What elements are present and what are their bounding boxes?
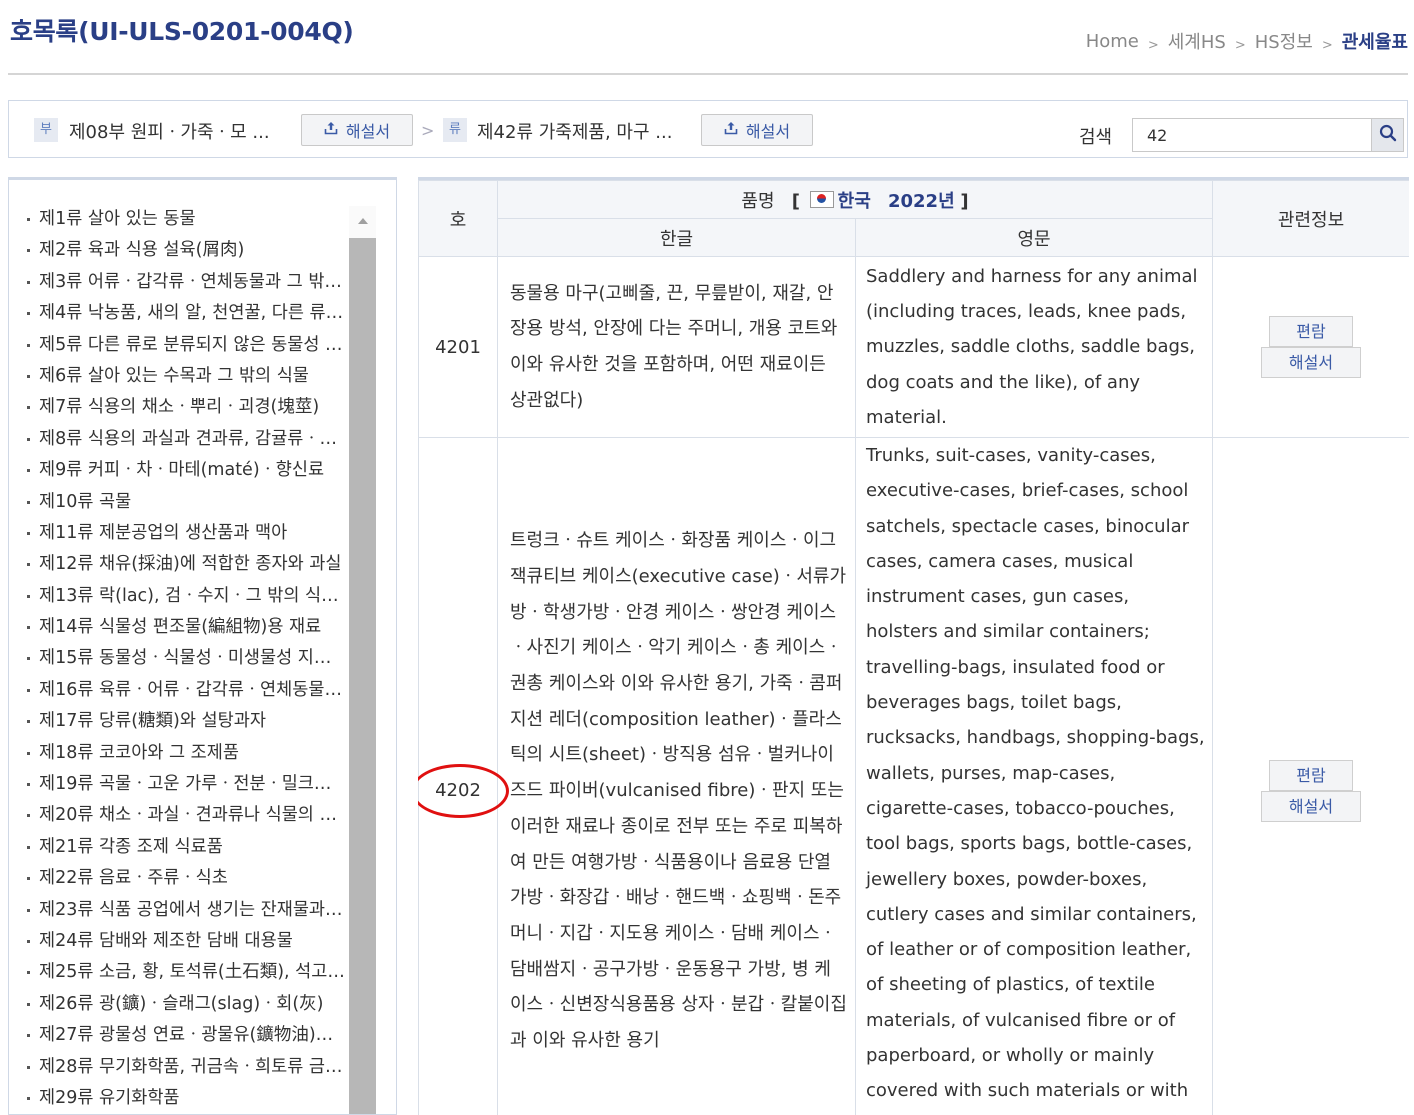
table-row: 4202 트렁크ㆍ슈트 케이스ㆍ화장품 케이스ㆍ이그잭큐티브 케이스(execu… [418, 437, 1409, 1115]
sidebar-chapter-item[interactable]: 제19류 곡물ㆍ고운 가루ㆍ전분ㆍ밀크의 조제품 [25, 769, 347, 800]
sidebar-chapter-item[interactable]: 제22류 음료ㆍ주류ㆍ식초 [25, 863, 347, 894]
upload-icon [324, 121, 338, 139]
sidebar-chapter-item[interactable]: 제17류 당류(糖類)와 설탕과자 [25, 706, 347, 737]
table-row: 4201 동물용 마구(고삐줄, 끈, 무릎받이, 재갈, 안장용 방석, 안장… [418, 256, 1409, 438]
sidebar-chapter-item[interactable]: 제29류 유기화학품 [25, 1083, 347, 1114]
breadcrumb-world-hs[interactable]: 세계HS [1168, 28, 1226, 54]
hs-code-table: 호 품명 [ 한국 2022년 ] 관련정보 한글 영문 4201 동물용 마구… [418, 180, 1409, 1115]
country-name: 한국 [837, 190, 871, 212]
hs-code-cell: 4202 [418, 437, 509, 1115]
sidebar-chapter-item[interactable]: 제27류 광물성 연료ㆍ광물유(鑛物油)와 이들의 증류물 [25, 1020, 347, 1051]
sidebar-chapter-item[interactable]: 제21류 각종 조제 식료품 [25, 832, 347, 863]
scrollbar-thumb[interactable] [349, 238, 376, 1114]
upload-icon [724, 121, 738, 139]
manual-button[interactable]: 편람 [1269, 316, 1354, 347]
chapter-list: 제1류 살아 있는 동물 제2류 육과 식용 설육(屑肉) 제3류 어류ㆍ갑각류ㆍ연… [25, 204, 347, 1114]
english-description: Saddlery and harness for any animal (inc… [854, 256, 1214, 438]
sidebar-chapter-item[interactable]: 제18류 코코아와 그 조제품 [25, 738, 347, 769]
korea-flag-icon [809, 190, 834, 208]
english-description: Trunks, suit-cases, vanity-cases, execut… [854, 437, 1214, 1115]
bracket-close: ] [960, 190, 969, 212]
korean-description: 트렁크ㆍ슈트 케이스ㆍ화장품 케이스ㆍ이그잭큐티브 케이스(executive … [497, 437, 856, 1115]
sidebar-chapter-item[interactable]: 제20류 채소ㆍ과실ㆍ견과류나 식물의 조제품 [25, 800, 347, 831]
sidebar-chapter-item[interactable]: 제16류 육류ㆍ어류ㆍ갑각류ㆍ연체동물의 조제품 [25, 675, 347, 706]
sidebar-chapter-item[interactable]: 제6류 살아 있는 수목과 그 밖의 식물 [25, 361, 347, 392]
search-button[interactable] [1371, 119, 1403, 151]
title-divider [8, 73, 1408, 75]
chapter-selector[interactable]: 제42류 가죽제품, 마구 ... [477, 118, 672, 144]
column-header-name-label: 품명 [741, 190, 775, 212]
sidebar-chapter-item[interactable]: 제11류 제분공업의 생산품과 맥아 [25, 518, 347, 549]
search-input[interactable] [1133, 119, 1377, 151]
filter-bar: 부 제08부 원피ㆍ가죽ㆍ모 ... 해설서 > 류 제42류 가죽제품, 마구… [8, 100, 1408, 158]
hs-code-cell: 4201 [418, 256, 498, 438]
sidebar-chapter-item[interactable]: 제3류 어류ㆍ갑각류ㆍ연체동물과 그 밖의 수생 무척추동물 [25, 267, 347, 298]
sidebar-chapter-item[interactable]: 제24류 담배와 제조한 담배 대용물 [25, 926, 347, 957]
related-info-cell: 편람 해설서 [1212, 437, 1409, 1115]
commentary-button[interactable]: 해설서 [1261, 347, 1362, 378]
sidebar-chapter-item[interactable]: 제5류 다른 류로 분류되지 않은 동물성 생산품 [25, 330, 347, 361]
column-header-related: 관련정보 [1212, 180, 1409, 257]
sidebar-scrollbar[interactable] [349, 206, 376, 1114]
section-selector[interactable]: 제08부 원피ㆍ가죽ㆍ모 ... [69, 118, 270, 144]
section-commentary-label: 해설서 [345, 122, 391, 141]
tariff-year: 2022년 [887, 190, 955, 212]
column-header-korean: 한글 [497, 218, 856, 257]
section-commentary-button[interactable]: 해설서 [301, 114, 413, 146]
chapter-badge: 류 [443, 118, 467, 142]
sidebar-chapter-item[interactable]: 제28류 무기화학품, 귀금속ㆍ희토류 금속의 화합물 [25, 1052, 347, 1083]
commentary-button[interactable]: 해설서 [1261, 790, 1362, 822]
hs-code[interactable]: 4201 [435, 337, 481, 358]
sidebar-chapter-item[interactable]: 제26류 광(鑛)ㆍ슬래그(slag)ㆍ회(灰) [25, 989, 347, 1020]
chapter-commentary-button[interactable]: 해설서 [701, 114, 813, 146]
search-box [1132, 118, 1404, 152]
breadcrumb-separator-icon: > [1147, 37, 1159, 53]
breadcrumb-hs-info[interactable]: HS정보 [1255, 28, 1313, 54]
related-info-cell: 편람 해설서 [1212, 256, 1409, 438]
breadcrumb-current: 관세율표 [1341, 32, 1408, 53]
section-badge: 부 [34, 118, 58, 142]
filter-separator-icon: > [421, 121, 435, 140]
sidebar-chapter-item[interactable]: 제8류 식용의 과실과 견과류, 감귤류ㆍ멜론의 껍질 [25, 424, 347, 455]
sidebar-chapter-item[interactable]: 제25류 소금, 황, 토석류(土石類), 석고ㆍ석회ㆍ시멘트 [25, 957, 347, 988]
search-icon [1379, 124, 1397, 146]
sidebar-chapter-item[interactable]: 제1류 살아 있는 동물 [25, 204, 347, 235]
sidebar-chapter-item[interactable]: 제7류 식용의 채소ㆍ뿌리ㆍ괴경(塊莖) [25, 392, 347, 423]
hs-table-panel: 호 품명 [ 한국 2022년 ] 관련정보 한글 영문 4201 동물용 마구… [418, 177, 1409, 1115]
sidebar-chapter-item[interactable]: 제23류 식품 공업에서 생기는 잔재물과 웨이스트 [25, 895, 347, 926]
breadcrumb-separator-icon: > [1321, 37, 1333, 53]
korean-description: 동물용 마구(고삐줄, 끈, 무릎받이, 재갈, 안장용 방석, 안장에 다는 … [497, 256, 856, 438]
hs-code[interactable]: 4202 [435, 780, 481, 801]
search-label: 검색 [1079, 127, 1113, 148]
bracket-open: [ [791, 190, 800, 212]
sidebar-chapter-item[interactable]: 제4류 낙농품, 새의 알, 천연꿀, 다른 류로 분류되지 않은 식용인 동물… [25, 298, 347, 329]
sidebar-chapter-item[interactable]: 제15류 동물성ㆍ식물성ㆍ미생물성 지방과 기름 [25, 643, 347, 674]
manual-button[interactable]: 편람 [1269, 759, 1354, 791]
breadcrumb: Home > 세계HS > HS정보 > 관세율표 [1086, 28, 1408, 54]
sidebar-chapter-item[interactable]: 제14류 식물성 편조물(編組物)용 재료 [25, 612, 347, 643]
column-header-english: 영문 [854, 218, 1214, 257]
sidebar-chapter-item[interactable]: 제12류 채유(採油)에 적합한 종자와 과실 [25, 549, 347, 580]
sidebar-chapter-item[interactable]: 제2류 육과 식용 설육(屑肉) [25, 235, 347, 266]
breadcrumb-home[interactable]: Home [1086, 31, 1139, 52]
breadcrumb-separator-icon: > [1234, 37, 1246, 53]
sidebar-chapter-item[interactable]: 제13류 락(lac), 검ㆍ수지ㆍ그 밖의 식물성 수액 [25, 581, 347, 612]
chapter-commentary-label: 해설서 [745, 122, 791, 141]
scroll-up-arrow-icon[interactable] [349, 206, 376, 236]
chapter-sidebar: 제1류 살아 있는 동물 제2류 육과 식용 설육(屑肉) 제3류 어류ㆍ갑각류ㆍ연… [8, 177, 397, 1115]
column-header-code: 호 [418, 180, 498, 257]
sidebar-chapter-item[interactable]: 제10류 곡물 [25, 487, 347, 518]
sidebar-chapter-item[interactable]: 제9류 커피ㆍ차ㆍ마테(maté)ㆍ향신료 [25, 455, 347, 486]
page-title: 호목록(UI-ULS-0201-004Q) [10, 17, 354, 46]
column-header-name: 품명 [ 한국 2022년 ] [496, 180, 1214, 219]
